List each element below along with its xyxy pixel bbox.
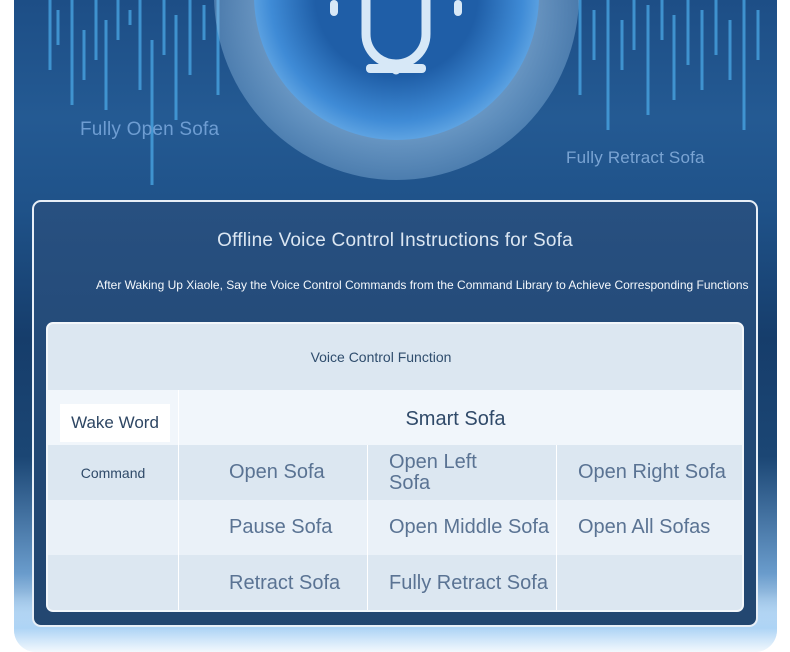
command-retract-sofa: Retract Sofa <box>229 572 341 594</box>
voice-command-table: Voice Control Function Wake Word Smart S… <box>46 322 744 612</box>
command-cell: Retract Sofa <box>178 555 367 610</box>
wake-word-value: Smart Sofa <box>405 408 506 430</box>
instructions-card: Offline Voice Control Instructions for S… <box>32 200 758 627</box>
command-open-right-sofa: Open Right Sofa <box>578 461 726 483</box>
table-row: Retract Sofa Fully Retract Sofa <box>48 555 742 610</box>
card-title: Offline Voice Control Instructions for S… <box>217 230 573 251</box>
command-cell: Fully Retract Sofa <box>367 555 556 610</box>
command-open-middle-sofa: Open Middle Sofa <box>389 516 550 538</box>
command-open-all-sofas: Open All Sofas <box>578 516 711 538</box>
wake-word-label: Wake Word <box>60 404 170 442</box>
command-cell: Pause Sofa <box>178 500 367 555</box>
command-open-left-sofa: Open Left Sofa <box>389 450 477 494</box>
table-row-wake-word: Wake Word Smart Sofa <box>48 390 742 445</box>
fully-open-sofa-label: Fully Open Sofa <box>80 119 220 140</box>
command-cell: Open Right Sofa <box>556 445 742 500</box>
empty-label-cell <box>48 500 178 555</box>
command-open-sofa: Open Sofa <box>229 461 325 483</box>
empty-command-cell <box>556 555 742 610</box>
command-label-cell: Command <box>48 445 178 500</box>
command-fully-retract-sofa: Fully Retract Sofa <box>389 572 548 594</box>
command-cell: Open Sofa <box>178 445 367 500</box>
fully-retract-sofa-label: Fully Retract Sofa <box>566 148 705 167</box>
empty-label-cell <box>48 555 178 610</box>
wake-word-cell: Smart Sofa <box>178 390 742 445</box>
digital-rain-left <box>48 0 220 185</box>
table-row: Command Open Sofa Open Left Sofa Open Ri… <box>48 445 742 500</box>
command-cell: Open Middle Sofa <box>367 500 556 555</box>
table-row: Pause Sofa Open Middle Sofa Open All Sof… <box>48 500 742 555</box>
card-subtitle: After Waking Up Xiaole, Say the Voice Co… <box>96 278 749 292</box>
microphone-icon <box>330 0 462 75</box>
command-pause-sofa: Pause Sofa <box>229 516 333 538</box>
table-header-text: Voice Control Function <box>310 349 452 365</box>
table-header: Voice Control Function <box>48 324 742 390</box>
digital-rain-right <box>578 0 760 130</box>
command-label: Command <box>80 464 146 481</box>
command-cell: Open Left Sofa <box>367 445 556 500</box>
command-cell: Open All Sofas <box>556 500 742 555</box>
